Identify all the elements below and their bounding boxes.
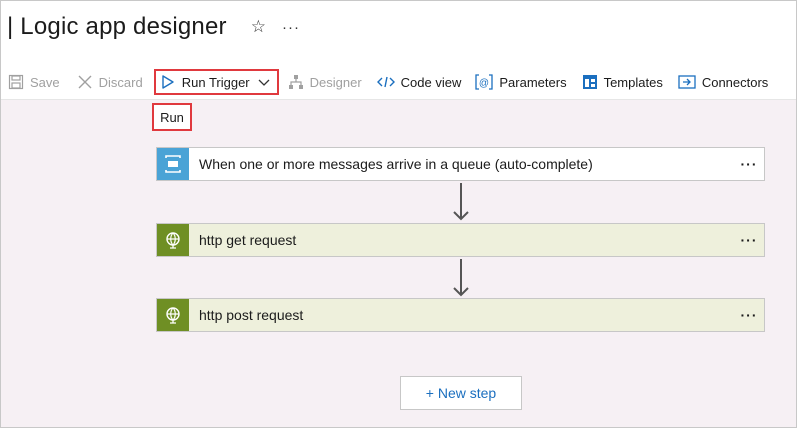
save-button[interactable]: Save: [8, 68, 60, 96]
play-icon: [160, 74, 176, 90]
parameters-button[interactable]: @ Parameters: [475, 68, 567, 96]
designer-icon: [288, 74, 304, 90]
globe-icon: [157, 299, 189, 331]
connector-arrow: [453, 183, 469, 221]
run-menu-label: Run: [160, 109, 184, 125]
http-post-step-card[interactable]: http post request ···: [156, 298, 765, 332]
page-title: | Logic app designer: [7, 13, 227, 40]
more-options-icon[interactable]: ···: [734, 307, 764, 323]
connector-arrow: [453, 259, 469, 297]
code-view-button[interactable]: Code view: [376, 68, 462, 96]
trigger-step-label: When one or more messages arrive in a qu…: [199, 156, 593, 172]
run-menu-item[interactable]: Run: [152, 103, 192, 131]
parameters-icon: @: [475, 74, 494, 90]
http-post-step-label: http post request: [199, 307, 304, 323]
run-trigger-label: Run Trigger: [181, 74, 250, 90]
code-view-label: Code view: [400, 74, 462, 90]
more-options-icon[interactable]: ···: [282, 19, 300, 36]
more-options-icon[interactable]: ···: [734, 156, 764, 172]
discard-label: Discard: [98, 74, 143, 90]
save-icon: [8, 74, 24, 90]
code-icon: [376, 74, 395, 90]
http-get-step-card[interactable]: http get request ···: [156, 223, 765, 257]
trigger-step-card[interactable]: When one or more messages arrive in a qu…: [156, 147, 765, 181]
more-options-icon[interactable]: ···: [734, 232, 764, 248]
templates-button[interactable]: Templates: [582, 68, 663, 96]
designer-button[interactable]: Designer: [288, 68, 362, 96]
parameters-label: Parameters: [499, 74, 567, 90]
close-icon: [77, 74, 93, 90]
run-trigger-button[interactable]: Run Trigger: [153, 69, 279, 95]
window-frame: | Logic app designer ☆ ··· Save Discard …: [0, 0, 797, 428]
chevron-down-icon: [257, 75, 271, 89]
new-step-button[interactable]: + New step: [400, 376, 522, 410]
http-get-step-label: http get request: [199, 232, 297, 248]
star-icon[interactable]: ☆: [251, 17, 266, 37]
save-label: Save: [30, 74, 60, 90]
toolbar: Save Discard Run Trigger Designer Code v…: [1, 65, 796, 99]
designer-label: Designer: [309, 74, 362, 90]
templates-icon: [582, 74, 598, 90]
new-step-label: + New step: [425, 385, 497, 401]
connectors-button[interactable]: Connectors: [678, 68, 768, 96]
globe-icon: [157, 224, 189, 256]
svg-text:@: @: [479, 78, 489, 89]
connectors-icon: [678, 74, 696, 90]
queue-icon: [157, 148, 189, 180]
templates-label: Templates: [603, 74, 663, 90]
discard-button[interactable]: Discard: [77, 68, 143, 96]
title-bar: | Logic app designer ☆ ···: [1, 1, 796, 53]
connectors-label: Connectors: [701, 74, 769, 90]
